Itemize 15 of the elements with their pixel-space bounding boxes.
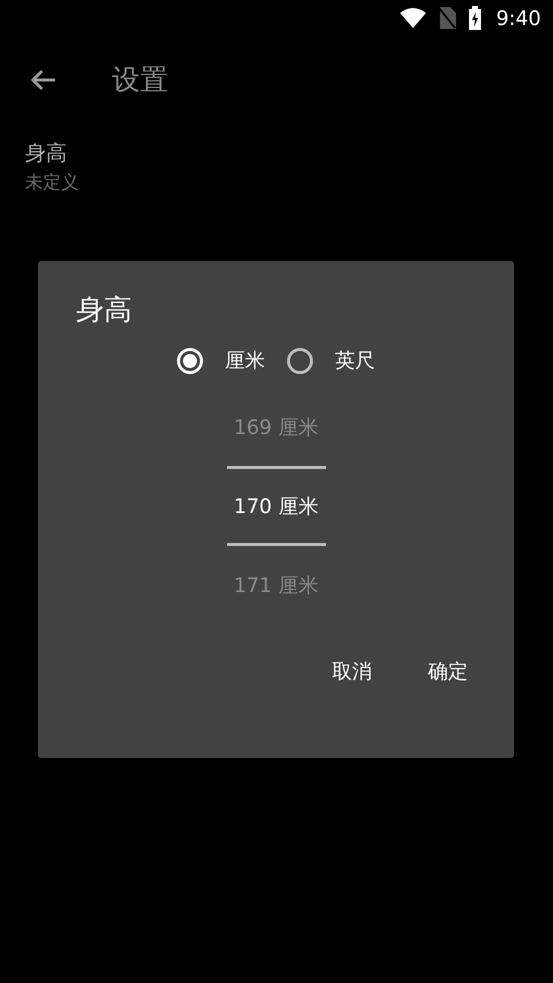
screen-title: 设置 [112, 62, 168, 98]
battery-charging-icon [468, 6, 482, 30]
dialog-title: 身高 [76, 292, 132, 328]
dialog-button[interactable]: 取消 [312, 648, 392, 695]
picker-value[interactable]: 170 厘米 [234, 491, 318, 521]
radio-button[interactable] [287, 348, 313, 374]
unit-label[interactable]: 英尺 [335, 347, 375, 374]
no-sim-icon [438, 7, 456, 29]
setting-summary: 未定义 [25, 171, 80, 195]
back-arrow-icon[interactable] [30, 69, 56, 91]
dialog-button[interactable]: 确定 [408, 648, 488, 695]
setting-title[interactable]: 身高 [25, 138, 553, 168]
unit-label[interactable]: 厘米 [225, 347, 265, 374]
wifi-icon [400, 8, 426, 28]
clock-time: 9:40 [496, 6, 541, 30]
